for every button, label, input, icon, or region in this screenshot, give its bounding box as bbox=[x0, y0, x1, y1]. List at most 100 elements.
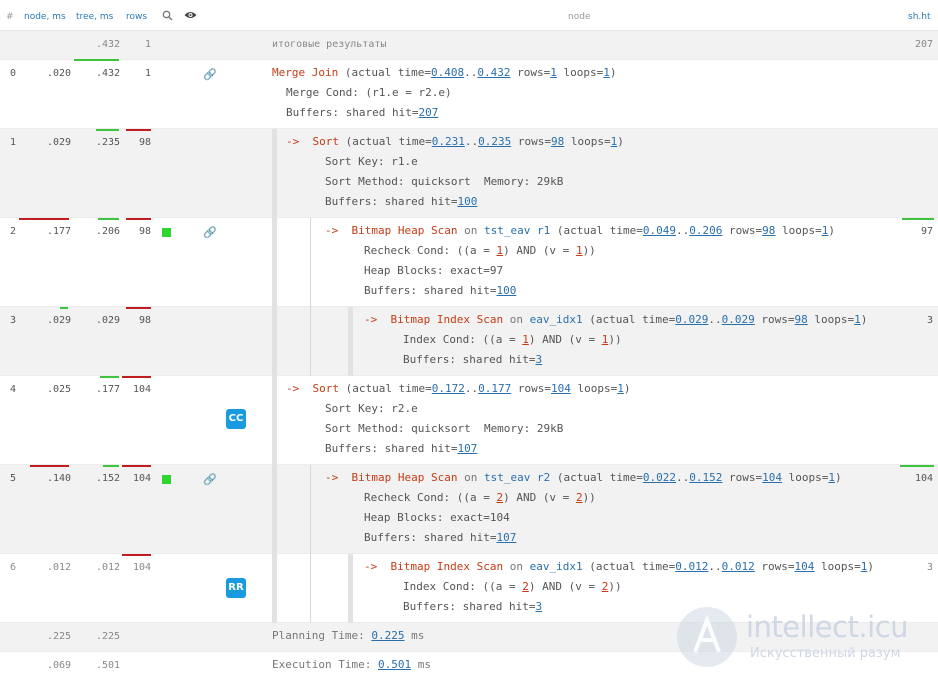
brand-logo-icon bbox=[677, 607, 737, 667]
time-start[interactable]: 0.049 bbox=[643, 224, 676, 237]
planning-tree-ms: .225 bbox=[96, 631, 121, 642]
link-icon[interactable]: 🔗 bbox=[203, 68, 217, 81]
recheck-cond: Recheck Cond: ((a = 2) AND (v = 2)) bbox=[364, 491, 596, 504]
plan-row-5[interactable]: 5 .140 .152 104 🔗 104 -> Bitmap Heap Sca… bbox=[0, 465, 938, 554]
rows-value[interactable]: 98 bbox=[795, 313, 808, 326]
buffers-line: Buffers: shared hit=100 bbox=[364, 284, 517, 297]
col-sh-ht[interactable]: sh.ht bbox=[908, 12, 931, 22]
loops-value[interactable]: 1 bbox=[828, 471, 835, 484]
param-a[interactable]: 2 bbox=[522, 580, 529, 593]
node-ms: .029 bbox=[47, 315, 72, 326]
param-v[interactable]: 2 bbox=[576, 491, 583, 504]
row-index: 3 bbox=[10, 315, 17, 326]
time-start[interactable]: 0.408 bbox=[431, 66, 464, 79]
tree-ms: .177 bbox=[96, 384, 121, 395]
buffers-hit[interactable]: 100 bbox=[496, 284, 516, 297]
loops-value[interactable]: 1 bbox=[603, 66, 610, 79]
row-index: 4 bbox=[10, 384, 17, 395]
summary-label: итоговые результаты bbox=[272, 39, 387, 50]
status-square bbox=[162, 475, 171, 484]
plan-row-4[interactable]: 4 .025 .177 104 CC -> Sort (actual time=… bbox=[0, 376, 938, 465]
sh-ht: 97 bbox=[921, 226, 934, 237]
col-tree-ms[interactable]: tree, ms bbox=[76, 12, 113, 22]
row-index: 0 bbox=[10, 68, 17, 79]
loops-value[interactable]: 1 bbox=[854, 313, 861, 326]
time-end[interactable]: 0.206 bbox=[689, 224, 722, 237]
heap-blocks: Heap Blocks: exact=97 bbox=[364, 264, 504, 277]
param-a[interactable]: 1 bbox=[496, 244, 503, 257]
sort-key: Sort Key: r1.e bbox=[325, 155, 418, 168]
time-start[interactable]: 0.029 bbox=[675, 313, 708, 326]
planning-value[interactable]: 0.225 bbox=[371, 629, 404, 642]
buffers-hit[interactable]: 100 bbox=[457, 195, 477, 208]
summary-tree-ms: .432 bbox=[96, 39, 121, 50]
time-start[interactable]: 0.012 bbox=[675, 560, 708, 573]
node-type: Sort bbox=[312, 382, 340, 395]
plan-row-0[interactable]: 0 .020 .432 1 🔗 Merge Join (actual time=… bbox=[0, 60, 938, 129]
tree-guide bbox=[272, 129, 277, 218]
time-end[interactable]: 0.152 bbox=[689, 471, 722, 484]
tree-guide bbox=[310, 307, 311, 376]
buffers-hit[interactable]: 207 bbox=[418, 106, 438, 119]
col-node-ms[interactable]: node, ms bbox=[24, 12, 66, 22]
execution-value[interactable]: 0.501 bbox=[378, 658, 411, 671]
loops-value[interactable]: 1 bbox=[611, 135, 618, 148]
rows-bar bbox=[126, 218, 151, 220]
tree-guide bbox=[348, 554, 353, 623]
param-v[interactable]: 1 bbox=[576, 244, 583, 257]
index-cond: Index Cond: ((a = 1) AND (v = 1)) bbox=[403, 333, 622, 346]
rows-bar bbox=[126, 129, 151, 131]
time-start[interactable]: 0.231 bbox=[432, 135, 465, 148]
rows-value[interactable]: 104 bbox=[551, 382, 571, 395]
loops-value[interactable]: 1 bbox=[822, 224, 829, 237]
col-rows[interactable]: rows bbox=[126, 12, 147, 22]
rows-value[interactable]: 1 bbox=[550, 66, 557, 79]
plan-row-2[interactable]: 2 .177 .206 98 🔗 97 -> Bitmap Heap Scan … bbox=[0, 218, 938, 307]
loops-value[interactable]: 1 bbox=[861, 560, 868, 573]
buffers-hit[interactable]: 107 bbox=[457, 442, 477, 455]
time-end[interactable]: 0.235 bbox=[478, 135, 511, 148]
loops-value[interactable]: 1 bbox=[617, 382, 624, 395]
time-start[interactable]: 0.022 bbox=[643, 471, 676, 484]
search-icon[interactable] bbox=[162, 10, 173, 24]
row-index: 1 bbox=[10, 137, 17, 148]
execution-unit: ms bbox=[411, 658, 431, 671]
row-count: 98 bbox=[139, 137, 152, 148]
param-v[interactable]: 1 bbox=[602, 333, 609, 346]
buffers-hit[interactable]: 107 bbox=[496, 531, 516, 544]
buffers-hit[interactable]: 3 bbox=[535, 353, 542, 366]
time-end[interactable]: 0.029 bbox=[722, 313, 755, 326]
node-ms: .025 bbox=[47, 384, 72, 395]
buffers-hit[interactable]: 3 bbox=[535, 600, 542, 613]
relation-alias: r1 bbox=[536, 224, 551, 237]
time-end[interactable]: 0.012 bbox=[722, 560, 755, 573]
tree-ms-bar bbox=[100, 376, 119, 378]
time-start[interactable]: 0.172 bbox=[432, 382, 465, 395]
index-cond: Index Cond: ((a = 2) AND (v = 2)) bbox=[403, 580, 622, 593]
node-type: Bitmap Heap Scan bbox=[351, 224, 458, 237]
sort-method: Sort Method: quicksort Memory: 29kB bbox=[325, 175, 564, 188]
eye-icon[interactable] bbox=[184, 10, 197, 23]
time-end[interactable]: 0.177 bbox=[478, 382, 511, 395]
tree-guide bbox=[310, 465, 311, 554]
link-icon[interactable]: 🔗 bbox=[203, 226, 217, 239]
plan-row-1[interactable]: 1 .029 .235 98 -> Sort (actual time=0.23… bbox=[0, 129, 938, 218]
rows-value[interactable]: 98 bbox=[551, 135, 564, 148]
rr-badge[interactable]: RR bbox=[226, 578, 246, 598]
row-index: 5 bbox=[10, 473, 17, 484]
rows-value[interactable]: 104 bbox=[795, 560, 815, 573]
plan-row-3[interactable]: 3 .029 .029 98 3 -> Bitmap Index Scan on… bbox=[0, 307, 938, 376]
link-icon[interactable]: 🔗 bbox=[203, 473, 217, 486]
param-a[interactable]: 2 bbox=[496, 491, 503, 504]
rows-value[interactable]: 98 bbox=[762, 224, 775, 237]
rows-value[interactable]: 104 bbox=[762, 471, 782, 484]
tree-guide bbox=[272, 218, 277, 307]
recheck-cond: Recheck Cond: ((a = 1) AND (v = 1)) bbox=[364, 244, 596, 257]
col-index[interactable]: # bbox=[6, 12, 14, 22]
param-a[interactable]: 1 bbox=[522, 333, 529, 346]
time-end[interactable]: 0.432 bbox=[477, 66, 510, 79]
sh-ht-bar bbox=[900, 465, 934, 467]
buffers-line: Buffers: shared hit=107 bbox=[325, 442, 478, 455]
param-v[interactable]: 2 bbox=[602, 580, 609, 593]
cc-badge[interactable]: CC bbox=[226, 409, 246, 429]
